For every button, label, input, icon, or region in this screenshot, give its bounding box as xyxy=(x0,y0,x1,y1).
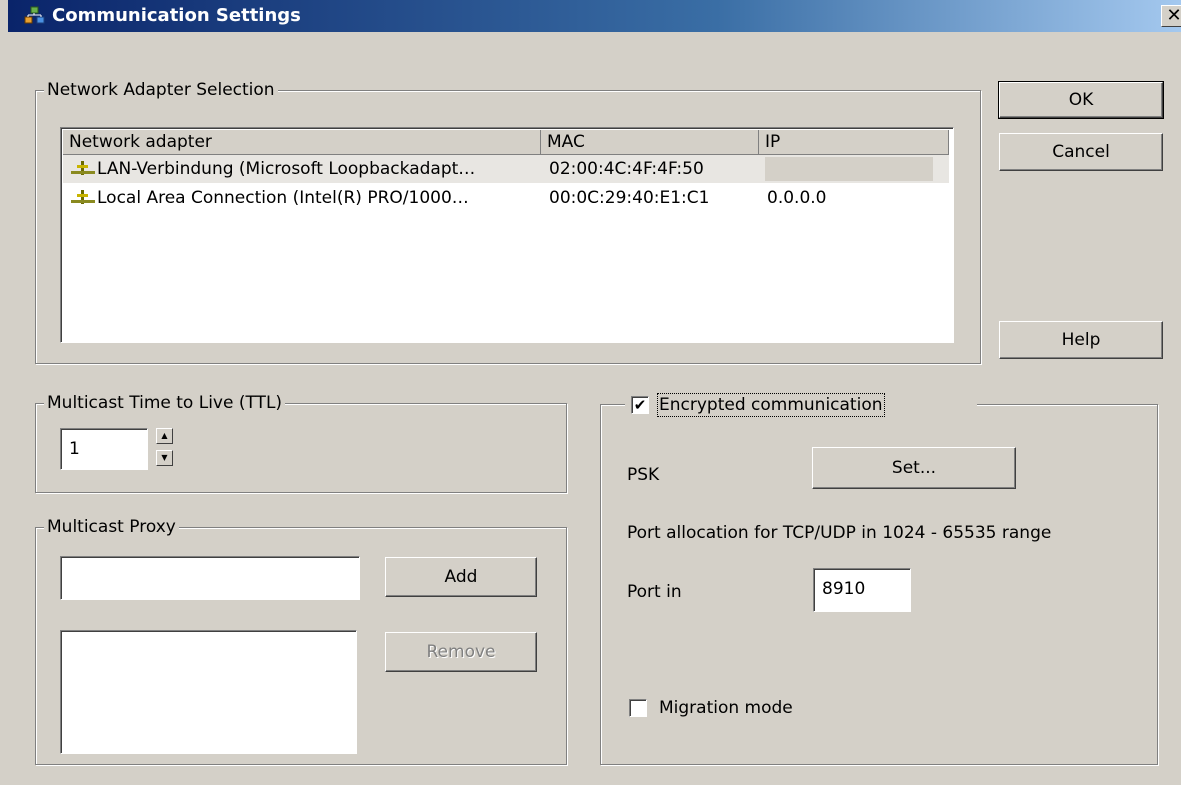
proxy-group-label: Multicast Proxy xyxy=(44,517,179,537)
port-in-input[interactable]: 8910 xyxy=(813,568,911,612)
column-header-ip[interactable]: IP xyxy=(759,130,949,155)
encryption-group: ✔ Encrypted communication PSK Set... Por… xyxy=(600,393,1158,765)
migration-mode-label: Migration mode xyxy=(659,698,793,718)
adapter-name: LAN-Verbindung (Microsoft Loopbackadapt… xyxy=(97,159,476,179)
network-adapter-icon xyxy=(71,161,95,175)
adapter-mac: 02:00:4C:4F:4F:50 xyxy=(549,159,704,179)
network-settings-icon xyxy=(24,6,45,24)
encrypted-communication-checkbox[interactable]: ✔ Encrypted communication xyxy=(625,393,977,418)
adapter-name: Local Area Connection (Intel(R) PRO/1000… xyxy=(97,188,469,208)
adapter-mac: 00:0C:29:40:E1:C1 xyxy=(549,188,710,208)
migration-checkmark xyxy=(629,699,647,717)
cancel-label: Cancel xyxy=(1052,142,1110,162)
ttl-group-label: Multicast Time to Live (TTL) xyxy=(44,393,286,413)
network-adapter-list[interactable]: Network adapter MAC IP LAN-Verbindung (M… xyxy=(60,127,954,343)
port-in-label: Port in xyxy=(627,582,682,602)
encrypted-communication-label: Encrypted communication xyxy=(657,393,885,417)
ttl-group: Multicast Time to Live (TTL) 1 ▲ ▼ xyxy=(35,393,567,493)
window-title: Communication Settings xyxy=(52,5,301,26)
remove-label: Remove xyxy=(426,642,496,662)
ok-label: OK xyxy=(1068,90,1094,110)
ttl-spin-up-button[interactable]: ▲ xyxy=(156,428,173,444)
psk-label: PSK xyxy=(627,465,660,485)
set-label: Set... xyxy=(891,458,937,478)
column-header-label: MAC xyxy=(547,132,585,152)
encrypted-checkmark: ✔ xyxy=(631,396,649,414)
ttl-value: 1 xyxy=(69,439,80,459)
title-bar[interactable]: Communication Settings ✕ xyxy=(8,0,1181,32)
column-header-network-adapter[interactable]: Network adapter xyxy=(63,130,541,155)
set-psk-button[interactable]: Set... xyxy=(812,447,1016,489)
proxy-list[interactable] xyxy=(60,630,357,754)
network-adapter-group: Network Adapter Selection Network adapte… xyxy=(35,80,981,364)
remove-button[interactable]: Remove xyxy=(385,632,537,672)
communication-settings-dialog: Communication Settings ✕ Network Adapter… xyxy=(0,0,1181,785)
table-row[interactable]: LAN-Verbindung (Microsoft Loopbackadapt…… xyxy=(63,155,949,183)
port-in-value: 8910 xyxy=(822,579,866,599)
network-adapter-group-label: Network Adapter Selection xyxy=(44,80,278,100)
adapter-ip-field xyxy=(765,157,933,181)
adapter-ip: 0.0.0.0 xyxy=(767,188,827,208)
ttl-spin-down-button[interactable]: ▼ xyxy=(156,450,173,466)
proxy-group: Multicast Proxy Add Remove xyxy=(35,517,567,765)
column-header-label: Network adapter xyxy=(69,132,212,152)
cancel-button[interactable]: Cancel xyxy=(999,133,1163,171)
network-adapter-icon xyxy=(71,190,95,204)
help-label: Help xyxy=(1061,330,1101,350)
table-row[interactable]: Local Area Connection (Intel(R) PRO/1000… xyxy=(63,184,949,212)
proxy-input[interactable] xyxy=(60,556,360,600)
help-button[interactable]: Help xyxy=(999,321,1163,359)
column-header-label: IP xyxy=(765,132,781,152)
add-button[interactable]: Add xyxy=(385,557,537,597)
migration-mode-checkbox[interactable]: Migration mode xyxy=(629,698,829,722)
ttl-input[interactable]: 1 xyxy=(60,428,148,470)
ok-button[interactable]: OK xyxy=(998,81,1164,119)
port-range-text: Port allocation for TCP/UDP in 1024 - 65… xyxy=(627,523,1052,543)
column-header-mac[interactable]: MAC xyxy=(541,130,759,155)
close-icon[interactable]: ✕ xyxy=(1161,5,1181,27)
add-label: Add xyxy=(444,567,478,587)
